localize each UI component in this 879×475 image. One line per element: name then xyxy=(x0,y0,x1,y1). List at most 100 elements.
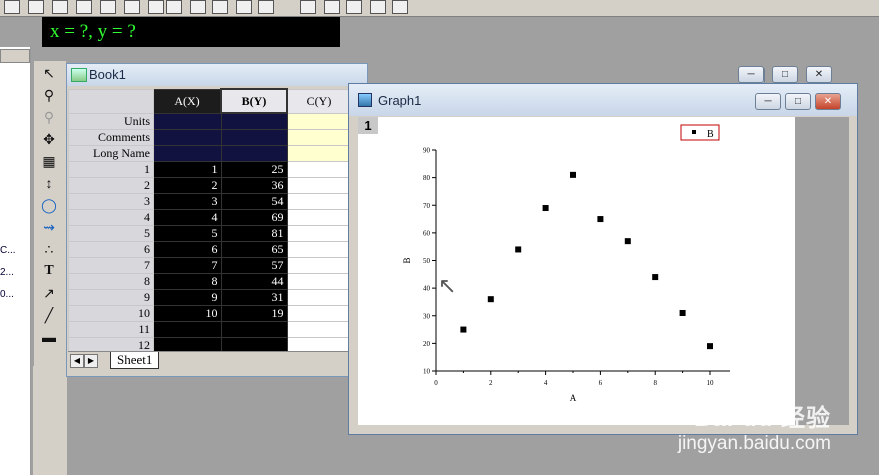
toolbar-button[interactable] xyxy=(370,0,386,14)
row-number[interactable]: 7 xyxy=(68,257,154,274)
toolbar-button[interactable] xyxy=(392,0,408,14)
list-item[interactable]: 2... xyxy=(0,267,14,279)
book-maximize-button[interactable]: □ xyxy=(772,66,798,83)
table-row[interactable]: 10 10 19 xyxy=(68,305,351,322)
cell-a[interactable]: 4 xyxy=(153,209,222,226)
table-row[interactable]: 5 5 81 xyxy=(68,225,351,242)
close-button[interactable]: ✕ xyxy=(815,93,841,110)
cell-b[interactable]: 81 xyxy=(220,225,288,242)
row-number[interactable]: 11 xyxy=(68,321,154,338)
cell[interactable] xyxy=(286,129,351,146)
cell-b[interactable]: 36 xyxy=(220,177,288,194)
row-number[interactable]: 5 xyxy=(68,225,154,242)
book-close-button[interactable]: ✕ xyxy=(806,66,832,83)
toolbar-button[interactable] xyxy=(4,0,20,14)
row-number[interactable]: 8 xyxy=(68,273,154,290)
cell-c[interactable] xyxy=(286,161,351,178)
data-reader-icon[interactable]: ▦ xyxy=(38,151,60,171)
cell[interactable] xyxy=(153,129,222,146)
cell[interactable] xyxy=(153,112,222,130)
cell-b[interactable]: 65 xyxy=(220,241,288,258)
toolbar-button[interactable] xyxy=(124,0,140,14)
cell-c[interactable] xyxy=(286,225,351,242)
cell-c[interactable] xyxy=(286,241,351,258)
cell-a[interactable]: 7 xyxy=(153,257,222,274)
table-row[interactable]: 4 4 69 xyxy=(68,209,351,226)
cell-a[interactable] xyxy=(153,321,222,338)
cell-a[interactable]: 10 xyxy=(153,305,222,322)
row-number[interactable]: 3 xyxy=(68,193,154,210)
cell-a[interactable]: 8 xyxy=(153,273,222,290)
clock-icon[interactable] xyxy=(236,0,252,14)
row-number[interactable]: 4 xyxy=(68,209,154,226)
rectangle-tool-icon[interactable]: ▬ xyxy=(38,327,60,347)
cell-c[interactable] xyxy=(286,193,351,210)
row-label-comments[interactable]: Comments xyxy=(68,129,154,146)
toolbar-button[interactable] xyxy=(148,0,164,14)
layer-indicator[interactable]: 1 xyxy=(358,117,378,134)
cell-a[interactable]: 6 xyxy=(153,241,222,258)
cell-c[interactable] xyxy=(286,305,351,322)
cell-b[interactable]: 57 xyxy=(220,257,288,274)
toolbar-button[interactable] xyxy=(324,0,340,14)
book-window[interactable]: Book1 A(X) B(Y) C(Y) Units Comments Long… xyxy=(66,63,765,377)
cell-b[interactable]: 54 xyxy=(220,193,288,210)
data-selector-icon[interactable]: ↕ xyxy=(38,173,60,193)
table-row[interactable]: 2 2 36 xyxy=(68,177,351,194)
graph-page[interactable]: 0 2 4 6 8 10 10 20 30 40 50 60 70 80 90 A B B xyxy=(358,117,795,425)
screen-reader-icon[interactable]: ✥ xyxy=(38,129,60,149)
cell-b[interactable]: 25 xyxy=(220,161,288,178)
cell-b[interactable]: 31 xyxy=(220,289,288,306)
worksheet-grid[interactable]: A(X) B(Y) C(Y) Units Comments Long Name … xyxy=(68,88,351,354)
grid-icon[interactable] xyxy=(258,0,274,14)
row-number[interactable]: 9 xyxy=(68,289,154,306)
row-label-long-name[interactable]: Long Name xyxy=(68,145,154,162)
cell[interactable] xyxy=(286,145,351,162)
region-mask-icon[interactable]: ◯ xyxy=(38,195,60,215)
toolbar-button[interactable] xyxy=(166,0,182,14)
column-header-a[interactable]: A(X) xyxy=(153,88,222,114)
row-number[interactable]: 1 xyxy=(68,161,154,178)
scatter-plot[interactable]: 0 2 4 6 8 10 10 20 30 40 50 60 70 80 90 A B B xyxy=(358,117,795,425)
column-header-b[interactable]: B(Y) xyxy=(220,88,288,114)
zoom-in-icon[interactable]: ⚲ xyxy=(38,85,60,105)
table-row[interactable]: 8 8 44 xyxy=(68,273,351,290)
zoom-out-icon[interactable]: ⚲ xyxy=(38,107,60,127)
tab-scroll-right-button[interactable]: ▶ xyxy=(84,354,98,368)
cell-c[interactable] xyxy=(286,321,351,338)
scatter-points-icon[interactable]: ∴ xyxy=(38,239,60,259)
row-label-units[interactable]: Units xyxy=(68,112,154,130)
cell-c[interactable] xyxy=(286,289,351,306)
cell[interactable] xyxy=(220,145,288,162)
cell-b[interactable]: 69 xyxy=(220,209,288,226)
toolbar-button[interactable] xyxy=(76,0,92,14)
cell-b[interactable]: 19 xyxy=(220,305,288,322)
text-tool-icon[interactable]: T xyxy=(38,261,60,281)
maximize-button[interactable]: □ xyxy=(785,93,811,110)
toolbar-button[interactable] xyxy=(28,0,44,14)
book-minimize-button[interactable]: ─ xyxy=(738,66,764,83)
cell-a[interactable]: 1 xyxy=(153,161,222,178)
table-row[interactable]: 11 xyxy=(68,321,351,338)
cell[interactable] xyxy=(153,145,222,162)
row-number[interactable]: 6 xyxy=(68,241,154,258)
cell-a[interactable]: 2 xyxy=(153,177,222,194)
corner-cell[interactable] xyxy=(68,88,154,114)
book-titlebar[interactable]: Book1 xyxy=(67,64,765,86)
list-item[interactable]: 0... xyxy=(0,289,14,301)
cell-a[interactable]: 3 xyxy=(153,193,222,210)
table-row[interactable]: 1 1 25 xyxy=(68,161,351,178)
cell-c[interactable] xyxy=(286,273,351,290)
table-row[interactable]: 6 6 65 xyxy=(68,241,351,258)
cell-c[interactable] xyxy=(286,257,351,274)
cell-c[interactable] xyxy=(286,209,351,226)
cell[interactable] xyxy=(220,112,288,130)
sheet-tab[interactable]: Sheet1 xyxy=(110,352,160,369)
cell-b[interactable] xyxy=(220,321,288,338)
toolbar-button[interactable] xyxy=(300,0,316,14)
toolbar-button[interactable] xyxy=(212,0,228,14)
minimize-button[interactable]: ─ xyxy=(755,93,781,110)
arrow-tool-icon[interactable]: ↗ xyxy=(38,283,60,303)
toolbar-button[interactable] xyxy=(100,0,116,14)
table-row[interactable]: 3 3 54 xyxy=(68,193,351,210)
